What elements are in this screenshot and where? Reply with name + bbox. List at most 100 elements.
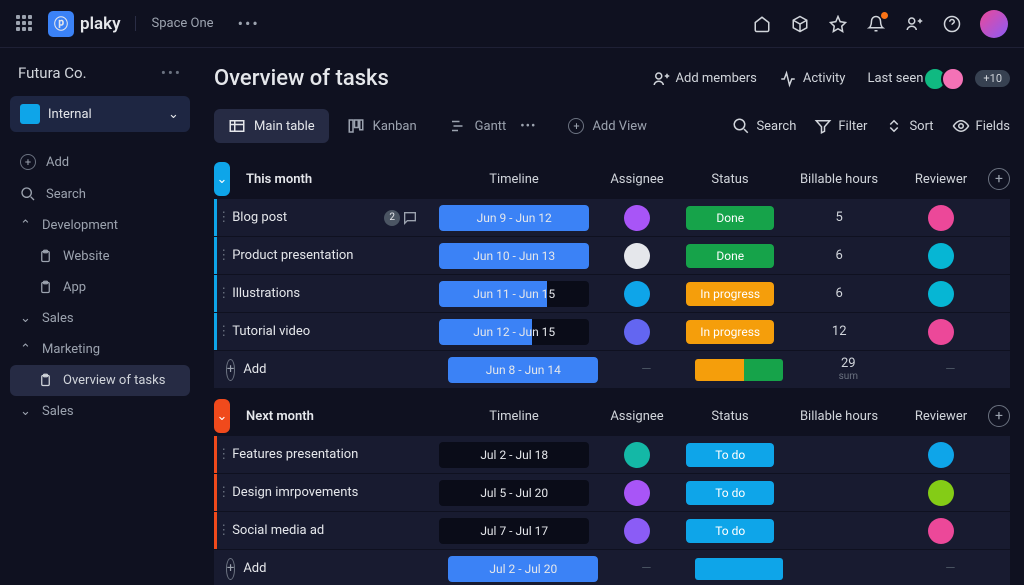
invite-icon[interactable] (904, 14, 924, 34)
status-pill[interactable]: In progress (686, 282, 774, 306)
assignee-avatar[interactable] (624, 281, 650, 307)
task-row[interactable]: ⋮ Design imrpovements Jul 5 - Jul 20 To … (214, 474, 1010, 511)
hours-cell[interactable]: 12 (784, 324, 894, 339)
col-assignee[interactable]: Assignee (598, 409, 676, 424)
sidebar-group[interactable]: ⌄Sales (10, 396, 190, 427)
comment-icon[interactable]: 2 (384, 210, 418, 226)
sort-button[interactable]: Sort (885, 117, 933, 135)
status-pill[interactable]: Done (686, 244, 774, 268)
bell-icon[interactable] (866, 14, 886, 34)
more-menu-icon[interactable]: ••• (238, 14, 260, 33)
last-seen[interactable]: Last seen +10 (867, 67, 1010, 91)
task-name[interactable]: Features presentation (232, 447, 358, 462)
home-icon[interactable] (752, 14, 772, 34)
star-icon[interactable] (828, 14, 848, 34)
sidebar-group[interactable]: ⌃Marketing (10, 334, 190, 365)
task-row[interactable]: ⋮ Features presentation Jul 2 - Jul 18 T… (214, 436, 1010, 473)
sidebar-search[interactable]: Search (10, 178, 190, 210)
add-view-button[interactable]: +Add View (554, 110, 660, 142)
timeline-bar[interactable]: Jun 12 - Jun 15 (439, 319, 589, 345)
task-row[interactable]: ⋮ Blog post 2 Jun 9 - Jun 12 Done 5 (214, 199, 1010, 236)
task-name[interactable]: Tutorial video (232, 324, 310, 339)
timeline-bar[interactable]: Jun 11 - Jun 15 (439, 281, 589, 307)
drag-handle-icon[interactable]: ⋮ (217, 248, 230, 263)
sidebar-board-item[interactable]: App (10, 272, 190, 303)
task-name[interactable]: Design imrpovements (232, 485, 358, 500)
col-timeline[interactable]: Timeline (430, 172, 598, 187)
drag-handle-icon[interactable]: ⋮ (217, 324, 230, 339)
drag-handle-icon[interactable]: ⋮ (217, 210, 230, 225)
task-name[interactable]: Illustrations (232, 286, 300, 301)
status-pill[interactable]: To do (686, 481, 774, 505)
hours-cell[interactable]: 6 (784, 248, 894, 263)
hours-cell[interactable]: 5 (784, 210, 894, 225)
activity-button[interactable]: Activity (779, 70, 846, 88)
group-collapse-button[interactable]: ⌄ (214, 162, 230, 196)
workspace-name[interactable]: Futura Co. (18, 64, 87, 82)
fields-button[interactable]: Fields (952, 117, 1010, 135)
help-icon[interactable] (942, 14, 962, 34)
sidebar-board-item[interactable]: Website (10, 241, 190, 272)
group-collapse-button[interactable]: ⌄ (214, 399, 230, 433)
reviewer-avatar[interactable] (928, 205, 954, 231)
reviewer-avatar[interactable] (928, 319, 954, 345)
sidebar-board-item[interactable]: Overview of tasks (10, 365, 190, 396)
reviewer-avatar[interactable] (928, 442, 954, 468)
group-name[interactable]: This month (230, 172, 430, 187)
task-row[interactable]: ⋮ Tutorial video Jun 12 - Jun 15 In prog… (214, 313, 1010, 350)
assignee-avatar[interactable] (624, 319, 650, 345)
sidebar-add[interactable]: + Add (10, 146, 190, 178)
reviewer-avatar[interactable] (928, 243, 954, 269)
col-reviewer[interactable]: Reviewer (894, 409, 988, 424)
col-status[interactable]: Status (676, 409, 784, 424)
col-hours[interactable]: Billable hours (784, 172, 894, 187)
task-name[interactable]: Product presentation (232, 248, 353, 263)
task-row[interactable]: ⋮ Illustrations Jun 11 - Jun 15 In progr… (214, 275, 1010, 312)
view-main-table[interactable]: Main table (214, 109, 329, 143)
assignee-avatar[interactable] (624, 205, 650, 231)
timeline-bar[interactable]: Jul 7 - Jul 17 (439, 518, 589, 544)
task-name[interactable]: Blog post (232, 210, 287, 225)
add-column-button[interactable]: + (988, 168, 1010, 190)
add-task-row[interactable]: + Add Jun 8 - Jun 14 — 29sum — (214, 351, 1010, 388)
col-status[interactable]: Status (676, 172, 784, 187)
space-selector[interactable]: Internal ⌄ (10, 96, 190, 132)
timeline-bar[interactable]: Jul 5 - Jul 20 (439, 480, 589, 506)
user-avatar[interactable] (980, 10, 1008, 38)
drag-handle-icon[interactable]: ⋮ (217, 447, 230, 462)
add-members-button[interactable]: Add members (652, 70, 757, 88)
task-row[interactable]: ⋮ Product presentation Jun 10 - Jun 13 D… (214, 237, 1010, 274)
assignee-avatar[interactable] (624, 518, 650, 544)
assignee-avatar[interactable] (624, 480, 650, 506)
drag-handle-icon[interactable]: ⋮ (217, 523, 230, 538)
drag-handle-icon[interactable]: ⋮ (217, 286, 230, 301)
apps-grid-icon[interactable] (16, 15, 34, 33)
task-name[interactable]: Social media ad (232, 523, 324, 538)
task-row[interactable]: ⋮ Social media ad Jul 7 - Jul 17 To do (214, 512, 1010, 549)
filter-button[interactable]: Filter (814, 117, 867, 135)
group-name[interactable]: Next month (230, 409, 430, 424)
timeline-bar[interactable]: Jun 9 - Jun 12 (439, 205, 589, 231)
col-timeline[interactable]: Timeline (430, 409, 598, 424)
col-hours[interactable]: Billable hours (784, 409, 894, 424)
space-name[interactable]: Space One (135, 16, 214, 31)
reviewer-avatar[interactable] (928, 518, 954, 544)
drag-handle-icon[interactable]: ⋮ (217, 485, 230, 500)
assignee-avatar[interactable] (624, 243, 650, 269)
assignee-avatar[interactable] (624, 442, 650, 468)
timeline-bar[interactable]: Jul 2 - Jul 18 (439, 442, 589, 468)
view-gantt[interactable]: Gantt••• (435, 109, 551, 143)
add-task-row[interactable]: + Add Jul 2 - Jul 20 — — (214, 550, 1010, 585)
sidebar-group[interactable]: ⌃Development (10, 210, 190, 241)
reviewer-avatar[interactable] (928, 281, 954, 307)
add-column-button[interactable]: + (988, 405, 1010, 427)
logo[interactable]: ⓟ plaky (48, 11, 121, 37)
reviewer-avatar[interactable] (928, 480, 954, 506)
gantt-more-icon[interactable]: ••• (520, 119, 536, 134)
sidebar-group[interactable]: ⌄Sales (10, 303, 190, 334)
search-button[interactable]: Search (732, 117, 796, 135)
view-kanban[interactable]: Kanban (333, 109, 431, 143)
status-pill[interactable]: Done (686, 206, 774, 230)
box-icon[interactable] (790, 14, 810, 34)
status-pill[interactable]: To do (686, 519, 774, 543)
